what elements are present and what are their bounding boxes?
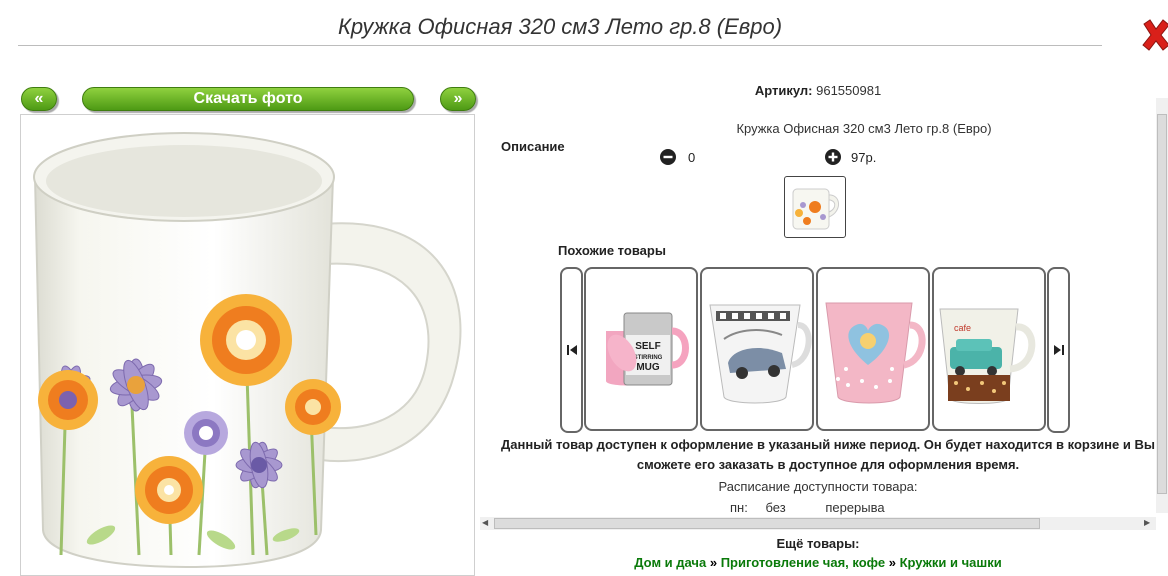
schedule-title: Расписание доступности товара: (718, 479, 918, 494)
vertical-scrollbar[interactable] (1156, 98, 1168, 513)
availability-notice: Данный товар доступен к оформление в ука… (501, 437, 1155, 472)
next-photo-button[interactable]: » (440, 87, 476, 111)
svg-text:MUG: MUG (636, 362, 660, 373)
carousel-next-button[interactable] (1047, 267, 1070, 433)
mini-mug-image (792, 188, 839, 230)
svg-text:cafe: cafe (954, 323, 971, 333)
breadcrumb-link-home[interactable]: Дом и дача (634, 555, 706, 570)
skip-forward-icon (1053, 345, 1064, 355)
prev-photo-button[interactable]: « (21, 87, 57, 111)
breadcrumb: Дом и дача » Приготовление чая, кофе » К… (480, 555, 1156, 570)
minus-circle-icon[interactable] (660, 149, 676, 165)
breadcrumb-link-mugs[interactable]: Кружки и чашки (900, 555, 1002, 570)
plus-circle-icon[interactable] (825, 149, 841, 165)
similar-products-title: Похожие товары (558, 243, 666, 258)
description-text: Кружка Офисная 320 см3 Лето гр.8 (Евро) (736, 121, 992, 136)
breadcrumb-link-tea[interactable]: Приготовление чая, кофе (721, 555, 885, 570)
product-details-panel: Артикул: 961550981 Описание Кружка Офисн… (480, 75, 1156, 517)
similar-product-card[interactable]: SELF STIRRING MUG (584, 267, 698, 431)
breadcrumb-separator: » (709, 555, 718, 570)
description-label: Описание (501, 139, 565, 154)
retro-car-mug-image: cafe (939, 308, 1036, 404)
car-mug-image (709, 304, 812, 404)
price-control: 97р. (825, 149, 876, 165)
schedule-break: перерыва (825, 500, 885, 515)
product-photo (20, 114, 475, 576)
sku-line: Артикул: 961550981 (480, 83, 1156, 98)
horizontal-scrollbar[interactable]: ◀ ▶ (480, 517, 1156, 530)
vertical-scrollbar-thumb[interactable] (1157, 114, 1167, 494)
download-photo-button[interactable]: Скачать фото (82, 87, 414, 111)
page-title: Кружка Офисная 320 см3 Лето гр.8 (Евро) (337, 14, 783, 39)
quantity-value: 0 (688, 149, 696, 165)
sku-label: Артикул: (754, 83, 813, 98)
similar-product-card[interactable]: cafe (932, 267, 1046, 431)
scroll-left-icon[interactable]: ◀ (482, 518, 488, 527)
close-icon[interactable] (1140, 18, 1168, 52)
skip-back-icon (566, 345, 577, 355)
more-products-label: Ещё товары: (776, 536, 860, 551)
self-stirring-mug-image: SELF STIRRING MUG (606, 312, 689, 386)
svg-text:STIRRING: STIRRING (634, 355, 663, 361)
mug-image (33, 132, 462, 569)
scroll-right-icon[interactable]: ▶ (1144, 518, 1150, 527)
similar-product-card[interactable] (700, 267, 814, 431)
title-divider (18, 45, 1102, 46)
schedule-row: пн: без перерыва (730, 500, 899, 515)
heart-mug-image (825, 302, 926, 404)
sku-value: 961550981 (816, 83, 882, 98)
schedule-mode: без (765, 500, 786, 515)
quantity-control: 0 (660, 149, 695, 165)
horizontal-scrollbar-thumb[interactable] (494, 518, 1040, 529)
carousel-prev-button[interactable] (560, 267, 583, 433)
similar-product-card[interactable] (816, 267, 930, 431)
price-value: 97р. (851, 149, 877, 165)
breadcrumb-separator: » (888, 555, 896, 570)
product-thumbnail[interactable] (784, 176, 846, 238)
svg-text:SELF: SELF (635, 341, 661, 352)
schedule-day: пн: (730, 500, 748, 515)
